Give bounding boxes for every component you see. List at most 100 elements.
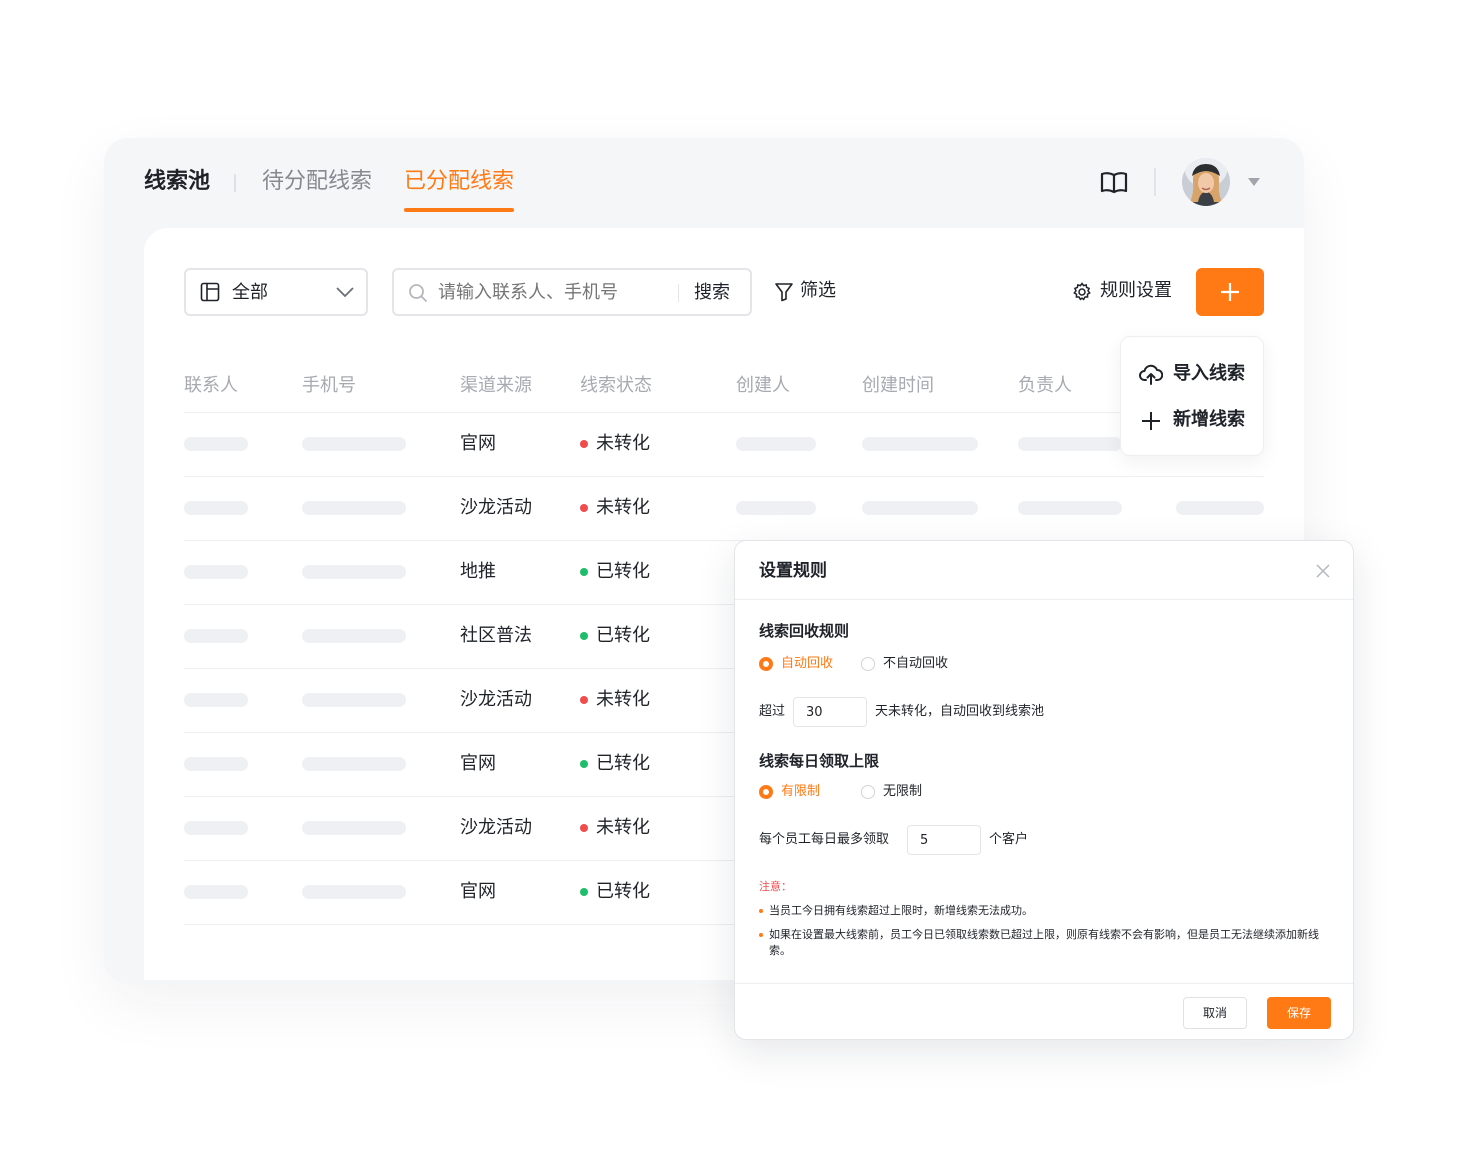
bullet-dot <box>759 909 763 913</box>
tab-divider <box>234 174 236 192</box>
owner-placeholder <box>1018 501 1122 515</box>
recycle-rule-title: 线索回收规则 <box>759 622 850 640</box>
add-lead-button[interactable] <box>1196 268 1264 316</box>
add-lead-menu: 导入线索 新增线索 <box>1120 336 1264 456</box>
contact-placeholder <box>184 501 248 515</box>
radio-no-recycle-label: 不自动回收 <box>883 656 949 671</box>
menu-item-new-label: 新增线索 <box>1173 409 1245 430</box>
top-bar: 线索池 待分配线索 已分配线索 <box>104 138 1304 228</box>
actions-placeholder <box>1176 501 1264 515</box>
cell-source: 社区普法 <box>460 625 532 646</box>
search-icon <box>409 284 428 303</box>
phone-placeholder <box>302 501 406 515</box>
cell-source: 沙龙活动 <box>460 497 532 518</box>
created-time-placeholder <box>862 501 978 515</box>
note-text: 当员工今日拥有线索超过上限时，新增线索无法成功。 <box>769 904 1033 917</box>
radio-checked-icon <box>759 657 773 671</box>
daily-limit-title: 线索每日领取上限 <box>759 752 880 770</box>
cell-status: 已转化 <box>596 753 650 774</box>
radio-checked-icon <box>759 785 773 799</box>
status-dot <box>580 696 588 704</box>
dialog-footer-divider <box>735 983 1353 984</box>
search-button[interactable]: 搜索 <box>694 282 730 304</box>
header-divider <box>1154 168 1156 196</box>
plus-icon <box>1142 412 1160 430</box>
scope-select[interactable]: 全部 <box>184 268 368 316</box>
cell-source: 官网 <box>460 881 496 902</box>
contact-placeholder <box>184 757 248 771</box>
close-icon[interactable] <box>1315 563 1331 579</box>
phone-placeholder <box>302 693 406 707</box>
bullet-dot <box>759 933 763 937</box>
daily-limit-input[interactable] <box>907 825 981 855</box>
limit-suffix: 个客户 <box>989 832 1029 847</box>
menu-item-import-label: 导入线索 <box>1173 363 1245 384</box>
cell-source: 官网 <box>460 753 496 774</box>
filter-label: 筛选 <box>800 280 836 301</box>
cell-source: 地推 <box>460 561 496 582</box>
creator-placeholder <box>736 437 816 451</box>
column-header-created-time: 创建时间 <box>862 375 934 396</box>
phone-placeholder <box>302 629 406 643</box>
phone-placeholder <box>302 437 406 451</box>
cell-status: 未转化 <box>596 497 650 518</box>
radio-auto-recycle-label: 自动回收 <box>781 656 834 671</box>
search-input[interactable] <box>438 282 668 304</box>
recycle-days-input[interactable] <box>793 697 867 727</box>
tab-pending-leads[interactable]: 待分配线索 <box>262 166 372 198</box>
cell-source: 沙龙活动 <box>460 689 532 710</box>
search-divider <box>678 284 679 302</box>
cell-status: 已转化 <box>596 625 650 646</box>
status-dot <box>580 504 588 512</box>
dialog-title: 设置规则 <box>759 561 827 581</box>
phone-placeholder <box>302 565 406 579</box>
cell-source: 官网 <box>460 433 496 454</box>
column-header-contact: 联系人 <box>184 375 238 396</box>
created-time-placeholder <box>862 437 978 451</box>
tab-assigned-leads[interactable]: 已分配线索 <box>404 166 514 198</box>
rules-dialog: 设置规则 线索回收规则 自动回收 不自动回收 超过 天未转化，自动回收到线索池 … <box>734 540 1354 1040</box>
active-tab-indicator <box>404 208 514 212</box>
chevron-down-icon <box>336 287 354 298</box>
radio-unchecked-icon <box>861 657 875 671</box>
column-header-source: 渠道来源 <box>460 375 532 396</box>
gear-icon <box>1073 282 1091 301</box>
phone-placeholder <box>302 885 406 899</box>
row-divider <box>184 476 1264 477</box>
user-avatar[interactable] <box>1182 158 1230 206</box>
open-book-icon[interactable] <box>1100 168 1128 196</box>
status-dot <box>580 760 588 768</box>
layout-icon <box>200 282 220 302</box>
contact-placeholder <box>184 693 248 707</box>
status-dot <box>580 888 588 896</box>
radio-unchecked-icon <box>861 785 875 799</box>
cell-status: 已转化 <box>596 561 650 582</box>
status-dot <box>580 632 588 640</box>
search-box: 搜索 <box>392 268 752 316</box>
phone-placeholder <box>302 757 406 771</box>
tab-lead-pool[interactable]: 线索池 <box>144 166 210 198</box>
cell-status: 未转化 <box>596 689 650 710</box>
cancel-button[interactable]: 取消 <box>1183 997 1247 1029</box>
cell-status: 未转化 <box>596 817 650 838</box>
radio-unlimited-label: 无限制 <box>883 784 923 799</box>
rules-settings-label: 规则设置 <box>1100 280 1172 301</box>
contact-placeholder <box>184 629 248 643</box>
note-title: 注意： <box>759 880 792 893</box>
save-button[interactable]: 保存 <box>1267 997 1331 1029</box>
status-dot <box>580 568 588 576</box>
contact-placeholder <box>184 565 248 579</box>
column-header-creator: 创建人 <box>736 375 790 396</box>
dialog-header-divider <box>735 599 1353 600</box>
recycle-prefix: 超过 <box>759 704 786 719</box>
contact-placeholder <box>184 437 248 451</box>
row-divider <box>184 412 1264 413</box>
note-item: 如果在设置最大线索前，员工今日已领取线索数已超过上限，则原有线索不会有影响，但是… <box>759 927 1339 959</box>
column-header-status: 线索状态 <box>580 375 652 396</box>
plus-icon <box>1221 283 1239 301</box>
contact-placeholder <box>184 885 248 899</box>
column-header-owner: 负责人 <box>1018 375 1072 396</box>
caret-down-icon[interactable] <box>1248 178 1260 186</box>
note-text: 如果在设置最大线索前，员工今日已领取线索数已超过上限，则原有线索不会有影响，但是… <box>769 928 1319 957</box>
status-dot <box>580 440 588 448</box>
